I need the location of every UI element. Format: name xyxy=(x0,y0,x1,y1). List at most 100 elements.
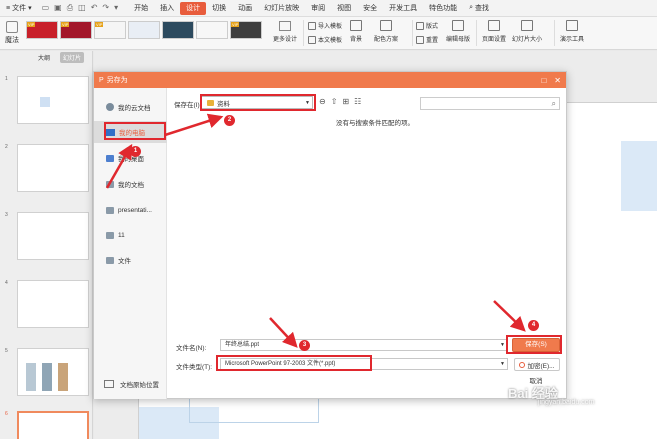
save-icon[interactable]: ▣ xyxy=(54,3,62,13)
edit-master-button[interactable]: 编辑母版 xyxy=(446,20,470,43)
lock-icon xyxy=(519,361,526,368)
slide-decoration xyxy=(621,141,657,211)
cloud-icon xyxy=(106,103,114,111)
tab-start[interactable]: 开始 xyxy=(128,2,154,15)
tab-slideshow[interactable]: 幻灯片放映 xyxy=(258,2,305,15)
theme-thumb[interactable]: VIP xyxy=(230,21,262,39)
theme-thumb[interactable] xyxy=(162,21,194,39)
back-icon[interactable]: ⊖ xyxy=(319,97,326,106)
save-as-dialog: P 另存为 □ ✕ 我的云文档 我的电脑 我的桌面 我的文档 presentat… xyxy=(93,71,567,399)
page-icon xyxy=(488,20,500,31)
chevron-down-icon[interactable]: ▼ xyxy=(500,340,505,351)
close-icon[interactable]: ✕ xyxy=(554,76,561,85)
save-in-label: 保存在(I) xyxy=(174,102,200,109)
preview-icon[interactable]: ◫ xyxy=(78,3,86,13)
theme-thumb[interactable] xyxy=(196,21,228,39)
folder-icon[interactable]: ▭ xyxy=(42,3,50,13)
color-scheme-button[interactable]: 配色方案 xyxy=(374,20,398,43)
tab-slides[interactable]: 幻灯片 xyxy=(60,52,85,63)
tab-features[interactable]: 特色功能 xyxy=(423,2,463,15)
search-icon: ⌕ xyxy=(551,99,556,108)
theme-thumb[interactable]: VIP xyxy=(60,21,92,39)
up-folder-icon[interactable]: ⇧ xyxy=(331,97,338,106)
vip-badge: VIP xyxy=(61,22,70,27)
folder-icon xyxy=(106,256,114,264)
tab-security[interactable]: 安全 xyxy=(357,2,383,15)
tab-review[interactable]: 审阅 xyxy=(305,2,331,15)
slide-number: 3 xyxy=(5,212,8,218)
sidebar-item-presentation[interactable]: presentati... xyxy=(94,199,167,221)
slide-number: 5 xyxy=(5,348,8,354)
sidebar-item-my-documents[interactable]: 我的文档 xyxy=(94,173,167,195)
magic-button[interactable]: 魔法 xyxy=(3,21,21,45)
slide-preview xyxy=(17,411,89,439)
template-icon xyxy=(308,35,316,44)
theme-thumb[interactable] xyxy=(128,21,160,39)
quick-access-toolbar: ▭ ▣ ⎙ ◫ ↶ ↷ ▾ xyxy=(42,3,119,13)
dialog-title: 另存为 xyxy=(106,77,128,84)
theme-gallery: VIP VIP VIP VIP xyxy=(26,21,262,39)
encrypt-button[interactable]: 加密(E)... xyxy=(514,358,560,371)
ribbon-tabs: 开始 插入 设计 切换 动画 幻灯片放映 审阅 视图 安全 开发工具 特色功能 xyxy=(128,1,463,15)
undo-icon[interactable]: ↶ xyxy=(91,3,98,13)
doc-default-location-button[interactable]: 文档原始位置 xyxy=(104,379,159,389)
slide-preview xyxy=(17,144,89,192)
navigation-toolbar: ⊖ ⇧ ⊞ ☷ xyxy=(319,97,361,106)
sidebar-item-11[interactable]: 11 xyxy=(94,224,167,246)
layout-button[interactable]: 版式 xyxy=(416,21,438,30)
page-setup-button[interactable]: 页面设置 xyxy=(482,20,506,43)
search-icon: ⌕ xyxy=(469,4,474,11)
import-template-label: 导入模板 xyxy=(318,24,343,30)
sidebar-item-label: presentati... xyxy=(118,206,152,214)
chevron-down-icon[interactable]: ▾ xyxy=(114,3,118,13)
slide-size-button[interactable]: 幻灯片大小 xyxy=(512,20,542,43)
more-designs-button[interactable]: 更多设计 xyxy=(270,21,300,43)
search-command[interactable]: ⌕ 查找 xyxy=(469,3,489,13)
tab-developer[interactable]: 开发工具 xyxy=(383,2,423,15)
redo-icon[interactable]: ↷ xyxy=(102,3,109,13)
tab-transition[interactable]: 切换 xyxy=(206,2,232,15)
theme-thumb[interactable]: VIP xyxy=(26,21,58,39)
view-menu-icon[interactable]: ☷ xyxy=(354,97,361,106)
tab-insert[interactable]: 插入 xyxy=(154,2,180,15)
highlight-save-in xyxy=(200,94,316,111)
sidebar-item-label: 11 xyxy=(118,231,125,239)
filetype-label: 文件类型(T): xyxy=(176,364,213,371)
presentation-tools-button[interactable]: 演示工具 xyxy=(560,20,584,43)
sidebar-item-label: 我的云文档 xyxy=(118,105,151,112)
reset-button[interactable]: 重置 xyxy=(416,35,438,44)
file-menu-label: 文件 xyxy=(12,5,27,12)
background-icon xyxy=(350,20,362,31)
file-menu[interactable]: ≡ 文件 ▾ xyxy=(0,3,38,13)
import-icon xyxy=(308,21,316,30)
import-template-button[interactable]: 导入模板 xyxy=(308,21,342,30)
layout-icon xyxy=(416,21,424,30)
search-label: 查找 xyxy=(475,5,490,12)
step-badge: 2 xyxy=(224,115,235,126)
dialog-title-bar[interactable]: P 另存为 □ ✕ xyxy=(94,72,566,88)
maximize-icon[interactable]: □ xyxy=(541,76,546,85)
divider xyxy=(476,20,477,46)
print-icon[interactable]: ⎙ xyxy=(67,3,73,13)
layout-label: 版式 xyxy=(426,24,439,30)
background-button[interactable]: 背景 xyxy=(350,20,362,43)
sidebar-item-cloud-docs[interactable]: 我的云文档 xyxy=(94,96,167,118)
search-input[interactable]: ⌕ xyxy=(420,97,560,110)
folder-icon xyxy=(106,231,114,239)
sidebar-item-files[interactable]: 文件 xyxy=(94,249,167,271)
theme-thumb[interactable]: VIP xyxy=(94,21,126,39)
step-badge: 4 xyxy=(528,320,539,331)
slide-panel: 大纲 幻灯片 1 2 3 4 5 6 xyxy=(0,51,93,439)
new-folder-icon[interactable]: ⊞ xyxy=(342,97,349,106)
tab-view[interactable]: 视图 xyxy=(331,2,357,15)
desktop-icon xyxy=(106,154,114,162)
reset-label: 重置 xyxy=(426,38,439,44)
presentation-tools-label: 演示工具 xyxy=(560,37,585,43)
filename-input[interactable]: 年终总结.ppt ▼ xyxy=(220,339,508,351)
this-template-button[interactable]: 本文模板 xyxy=(308,35,342,44)
magic-icon xyxy=(6,21,18,33)
tab-design[interactable]: 设计 xyxy=(180,1,207,15)
tab-animation[interactable]: 动画 xyxy=(232,2,258,15)
slide-preview xyxy=(17,348,89,396)
tab-outline[interactable]: 大纲 xyxy=(38,53,50,62)
